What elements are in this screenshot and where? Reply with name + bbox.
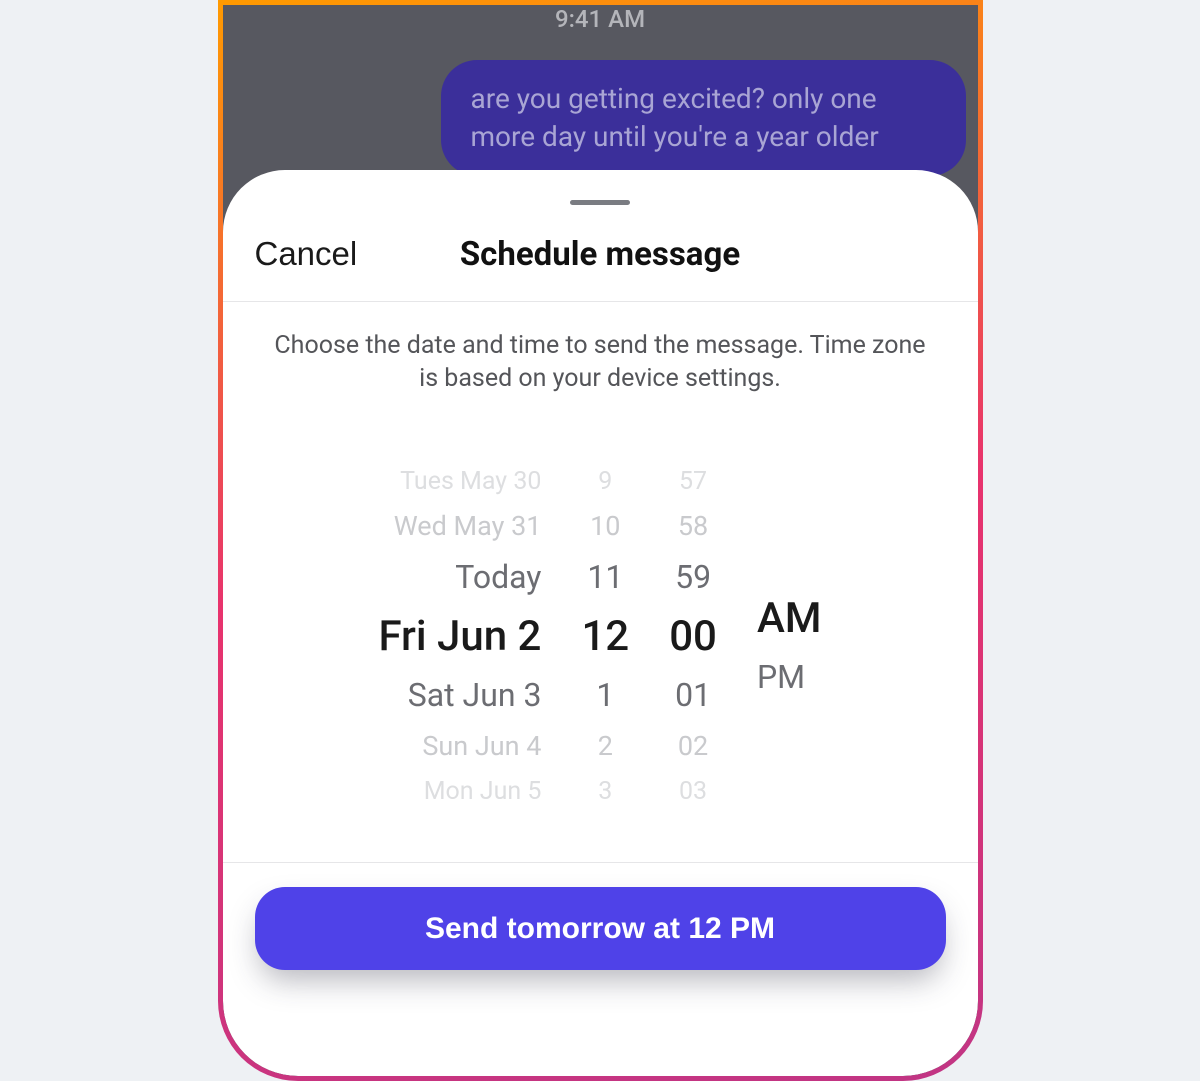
picker-ampm-option[interactable]: PM [757, 650, 805, 704]
ampm-column[interactable]: AM PM [757, 460, 822, 812]
picker-minute-option[interactable]: 58 [678, 502, 708, 550]
chat-timestamp: 9:41 AM [223, 5, 978, 33]
minute-column[interactable]: 57 58 59 00 01 02 03 [669, 460, 717, 812]
picker-minute-selected[interactable]: 00 [669, 604, 717, 668]
picker-minute-option[interactable]: 03 [679, 770, 707, 812]
picker-hour-option[interactable]: 11 [587, 550, 623, 604]
picker-date-option[interactable]: Today [455, 550, 541, 604]
picker-minute-option[interactable]: 01 [675, 668, 711, 722]
picker-date-option[interactable]: Sun Jun 4 [422, 722, 541, 770]
send-button[interactable]: Send tomorrow at 12 PM [255, 887, 946, 970]
datetime-picker[interactable]: Tues May 30 Wed May 31 Today Fri Jun 2 S… [223, 405, 978, 852]
sheet-instructions: Choose the date and time to send the mes… [223, 302, 978, 405]
picker-hour-option[interactable]: 1 [596, 668, 614, 722]
sheet-title: Schedule message [460, 235, 740, 274]
phone-screen: 9:41 AM are you getting excited? only on… [223, 5, 978, 1076]
picker-hour-option[interactable]: 10 [590, 502, 620, 550]
picker-hour-option[interactable]: 9 [598, 460, 612, 502]
date-column[interactable]: Tues May 30 Wed May 31 Today Fri Jun 2 S… [378, 460, 541, 812]
divider [223, 862, 978, 863]
picker-hour-selected[interactable]: 12 [581, 604, 629, 668]
picker-date-option[interactable]: Mon Jun 5 [424, 770, 542, 812]
picker-date-option[interactable]: Sat Jun 3 [408, 668, 542, 722]
picker-hour-option[interactable]: 3 [598, 770, 612, 812]
picker-date-selected[interactable]: Fri Jun 2 [378, 604, 541, 668]
hour-column[interactable]: 9 10 11 12 1 2 3 [581, 460, 629, 812]
sheet-header: Cancel Schedule message [223, 205, 978, 302]
phone-frame: 9:41 AM are you getting excited? only on… [218, 0, 983, 1081]
picker-minute-option[interactable]: 02 [678, 722, 708, 770]
picker-ampm-selected[interactable]: AM [757, 586, 822, 650]
message-bubble: are you getting excited? only one more d… [441, 60, 966, 176]
picker-date-option[interactable]: Wed May 31 [394, 502, 542, 550]
picker-date-option[interactable]: Tues May 30 [400, 460, 541, 502]
picker-minute-option[interactable]: 57 [679, 460, 707, 502]
picker-hour-option[interactable]: 2 [598, 722, 613, 770]
schedule-sheet: Cancel Schedule message Choose the date … [223, 170, 978, 1076]
picker-minute-option[interactable]: 59 [675, 550, 711, 604]
cancel-button[interactable]: Cancel [255, 235, 358, 273]
